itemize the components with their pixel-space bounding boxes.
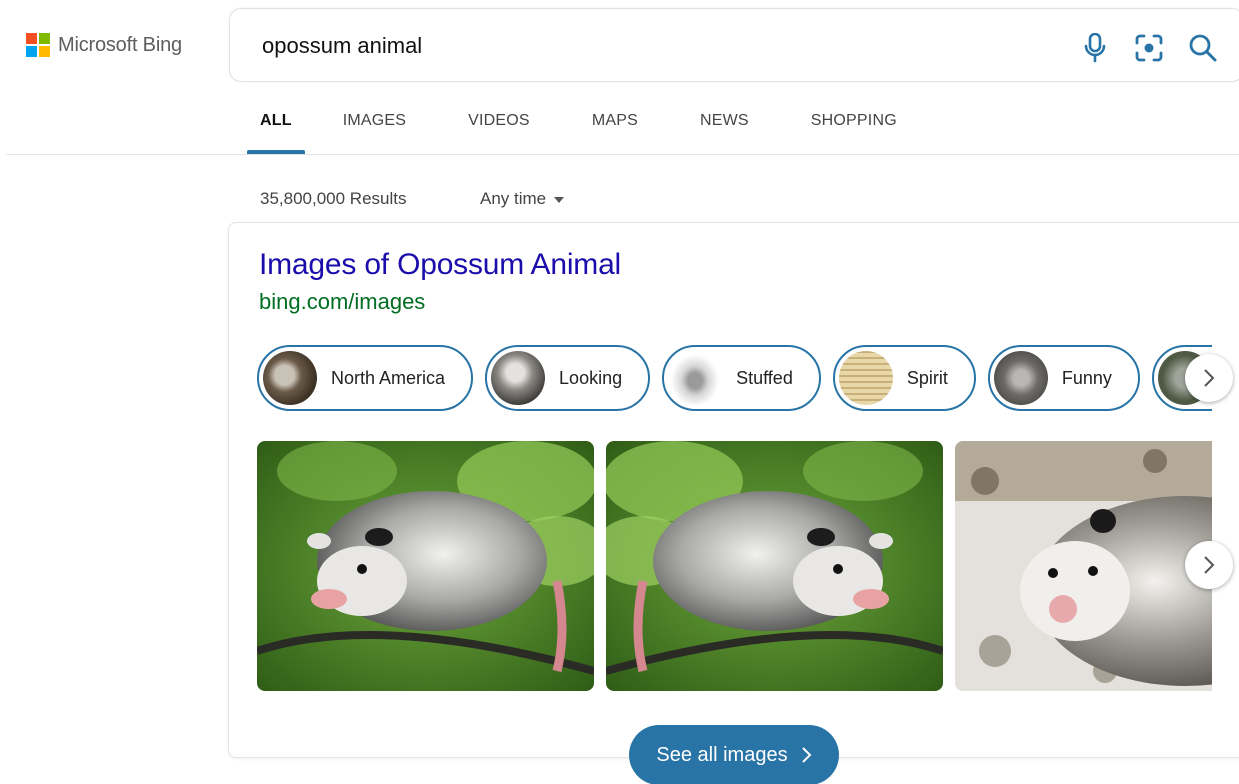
caret-down-icon [554,197,565,203]
card-title-link[interactable]: Images of Opossum Animal [259,248,621,282]
chip-thumbnail [668,351,723,405]
search-tabs: ALL IMAGES VIDEOS MAPS NEWS SHOPPING [247,100,959,154]
microphone-icon[interactable] [1078,31,1112,65]
see-all-images-button[interactable]: See all images [629,725,839,784]
image-result[interactable] [606,441,943,691]
tabs-divider [6,154,1239,155]
time-filter-dropdown[interactable]: Any time [480,189,565,209]
chip-spirit[interactable]: Spirit [832,345,976,411]
chips-next-button[interactable] [1185,354,1233,402]
search-icon[interactable] [1186,31,1220,65]
tab-maps[interactable]: MAPS [592,100,638,154]
chip-thumbnail [838,351,893,405]
time-filter-label: Any time [480,189,547,208]
image-result[interactable] [955,441,1212,691]
image-answer-card: Images of Opossum Animal bing.com/images… [228,222,1239,784]
visual-search-icon[interactable] [1132,31,1166,65]
bing-logo[interactable]: Microsoft Bing [26,33,182,57]
brand-name: Microsoft Bing [58,33,182,56]
chip-label: Stuffed [736,367,793,388]
chip-stuffed[interactable]: Stuffed [662,345,821,411]
microsoft-logo-icon [26,33,50,57]
chip-funny[interactable]: Funny [987,345,1140,411]
chip-thumbnail [263,351,317,405]
tab-news[interactable]: NEWS [700,100,749,154]
tab-images[interactable]: IMAGES [343,100,406,154]
images-next-button[interactable] [1185,541,1233,589]
chip-label: North America [331,367,446,388]
chip-looking[interactable]: Looking [485,345,651,411]
related-chips: North America Looking Stuffed Spirit Fun… [257,345,1212,415]
chip-thumbnail [993,351,1048,405]
chevron-right-icon [1204,369,1215,387]
chevron-right-icon [1204,556,1215,574]
chip-north-america[interactable]: North America [257,345,474,411]
chip-label: Funny [1061,367,1112,388]
result-count: 35,800,000 Results [260,189,407,208]
tab-videos[interactable]: VIDEOS [468,100,530,154]
chip-label: Spirit [906,367,948,388]
chip-label: Looking [559,367,623,388]
tab-shopping[interactable]: SHOPPING [811,100,897,154]
image-carousel [257,441,1212,691]
tab-all[interactable]: ALL [247,100,305,154]
chip-thumbnail [491,351,546,405]
chevron-right-icon [801,747,812,763]
search-box [229,8,1239,82]
card-url: bing.com/images [259,289,426,314]
search-input[interactable] [262,31,1042,61]
see-all-label: See all images [656,743,788,766]
image-result[interactable] [257,441,594,691]
